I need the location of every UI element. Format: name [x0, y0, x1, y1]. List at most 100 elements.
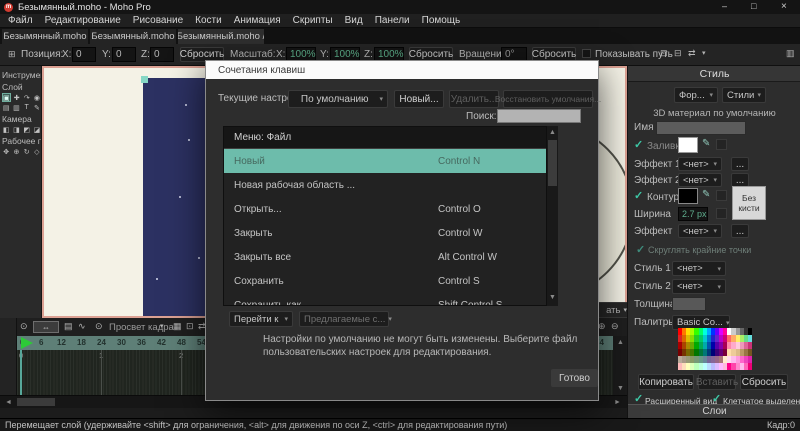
new-preset-button[interactable]: Новый... [394, 90, 444, 108]
scroll-left-icon[interactable]: ◄ [5, 399, 12, 406]
timeline-link-icon[interactable]: ⊡ [186, 322, 194, 331]
styles-dropdown[interactable]: Стили ▾ [722, 87, 766, 103]
no-brush-button[interactable]: Без кисти [732, 186, 766, 220]
scrollbar-thumb[interactable] [548, 140, 557, 186]
outline-option-box[interactable] [716, 190, 727, 201]
suggested-dropdown[interactable]: Предлагаемые с... ▾ [299, 311, 392, 327]
position-x-input[interactable]: 0 [72, 47, 96, 62]
width-option-box[interactable] [716, 208, 727, 219]
round-caps-checkbox[interactable]: ✓ [636, 243, 645, 256]
transform-layer-tool-icon[interactable]: ▣ [2, 93, 11, 102]
shape-tool-icon[interactable]: ▤ [2, 103, 10, 112]
outline-pencil-icon[interactable]: ✎ [702, 189, 710, 200]
menu-item-view[interactable]: Вид [339, 15, 369, 26]
shortcut-row[interactable]: Сохранить Control S [224, 269, 546, 293]
shortcut-row[interactable]: Сохранить как Shift Control S [224, 293, 546, 306]
camera-track-tool-icon[interactable]: ◧ [2, 125, 10, 134]
scroll-up-icon[interactable]: ▲ [617, 339, 624, 346]
panel-toggle-icon[interactable]: ▥ [786, 49, 795, 58]
onion-skin-icon[interactable]: ⊙ [95, 322, 103, 331]
flip-icon[interactable]: ⊟ [674, 49, 682, 58]
timeline-zoom-in-icon[interactable]: ⊕ [598, 322, 606, 331]
dialog-title[interactable]: Сочетания клавиш [206, 61, 598, 79]
palette-swatch[interactable] [747, 363, 752, 370]
maximize-button[interactable]: □ [751, 1, 756, 11]
palette-swatch[interactable] [747, 328, 752, 335]
curvature-tool-icon[interactable]: ↷ [23, 93, 31, 102]
list-scrollbar[interactable]: ▲ ▼ [547, 126, 558, 306]
zoom-workspace-tool-icon[interactable]: ⊕ [12, 147, 20, 156]
goto-dropdown[interactable]: Перейти к ▾ [229, 311, 293, 327]
orbit-workspace-tool-icon[interactable]: ◇ [33, 147, 41, 156]
show-path-checkbox[interactable] [582, 49, 591, 58]
timeline-channels-toggle[interactable]: ⇔ [33, 321, 59, 333]
menu-item-draw[interactable]: Рисование [127, 15, 189, 26]
palette-grid[interactable] [678, 328, 752, 370]
style-panel-title[interactable]: Стиль [628, 66, 800, 82]
menu-item-edit[interactable]: Редактирование [39, 15, 127, 26]
tab-document-1[interactable]: Безымянный.moho [2, 29, 88, 44]
add-point-tool-icon[interactable]: ✚ [13, 93, 21, 102]
scroll-down-icon[interactable]: ▼ [617, 385, 624, 392]
selection-handle[interactable] [141, 76, 148, 83]
palette-swatch[interactable] [747, 342, 752, 349]
shortcut-list[interactable]: Меню: Файл Новый Control N Новая рабочая… [223, 126, 547, 306]
width-input[interactable]: 2.7 px [678, 207, 708, 221]
pan-workspace-tool-icon[interactable]: ✥ [2, 147, 10, 156]
timeline-layers-icon[interactable]: ▤ [64, 322, 73, 331]
pencil-tool-icon[interactable]: ✎ [33, 103, 41, 112]
scroll-right-icon[interactable]: ► [614, 399, 621, 406]
layers-panel-title[interactable]: Слои [628, 404, 800, 418]
menu-item-scripts[interactable]: Скрипты [287, 15, 339, 26]
playhead-marker[interactable] [21, 337, 33, 349]
tab-document-2[interactable]: Безымянный.moho [90, 29, 176, 44]
form-dropdown[interactable]: Фор... ▾ [674, 87, 718, 103]
fill-checkbox[interactable]: ✓ [634, 140, 643, 151]
tab-document-3[interactable]: Безымянный.moho / [178, 29, 264, 44]
effect2-more-button[interactable]: ... [731, 173, 749, 187]
paint-tool-icon[interactable]: ▥ [12, 103, 20, 112]
scroll-up-icon[interactable]: ▲ [549, 129, 556, 136]
menu-item-help[interactable]: Помощь [416, 15, 467, 26]
text-tool-icon[interactable]: T [23, 103, 31, 112]
toolbar-caret-icon[interactable]: ▾ [702, 50, 706, 57]
effect1-more-button[interactable]: ... [731, 157, 749, 171]
chevron-down-icon[interactable]: ▾ [160, 323, 164, 330]
palette-swatch[interactable] [747, 356, 752, 363]
reset-style-button[interactable]: Сбросить [740, 374, 788, 390]
minimize-button[interactable]: – [722, 1, 727, 11]
style2-dropdown[interactable]: <нет> ▾ [672, 279, 726, 294]
camera-pan-tool-icon[interactable]: ◪ [33, 125, 41, 134]
timeline-vertical-scrollbar[interactable]: ▲ ▼ [613, 336, 627, 395]
palette-swatch[interactable] [747, 335, 752, 342]
paste-style-button[interactable]: Вставить [696, 374, 738, 390]
preset-dropdown[interactable]: По умолчанию ▾ [288, 90, 388, 108]
timeline-grid-icon[interactable]: ▦ [173, 322, 182, 331]
done-button[interactable]: Готово [551, 369, 598, 387]
outline-color-swatch[interactable] [678, 188, 698, 204]
menu-item-animation[interactable]: Анимация [228, 15, 287, 26]
camera-roll-tool-icon[interactable]: ◩ [23, 125, 31, 134]
delete-preset-button[interactable]: Удалить... [449, 90, 499, 108]
camera-zoom-tool-icon[interactable]: ◨ [12, 125, 20, 134]
copy-style-button[interactable]: Копировать [638, 374, 694, 390]
outline-effect-dropdown[interactable]: <нет> ▾ [678, 224, 722, 238]
shortcut-row[interactable]: Новый Control N [224, 149, 546, 173]
shortcut-row[interactable]: Закрыть все Alt Control W [224, 245, 546, 269]
scrollbar-thumb[interactable] [17, 398, 55, 406]
timeline-keys-icon[interactable]: ⊙ [20, 322, 28, 331]
lock-icon[interactable]: ⊡ [660, 49, 668, 58]
outline-checkbox[interactable]: ✓ [634, 191, 643, 202]
position-y-input[interactable]: 0 [112, 47, 136, 62]
outline-effect-more-button[interactable]: ... [731, 224, 749, 238]
effect2-dropdown[interactable]: <нет> ▾ [678, 173, 722, 187]
shortcut-row[interactable]: Открыть... Control O [224, 197, 546, 221]
fill-option-box[interactable] [716, 139, 727, 150]
search-input[interactable] [497, 109, 581, 123]
timeline-motion-icon[interactable]: ∿ [78, 322, 86, 331]
shortcut-row[interactable]: Новая рабочая область ... [224, 173, 546, 197]
effect1-dropdown[interactable]: <нет> ▾ [678, 157, 722, 171]
menu-item-bones[interactable]: Кости [189, 15, 228, 26]
menu-item-panels[interactable]: Панели [369, 15, 416, 26]
thickness-field[interactable] [672, 297, 706, 311]
